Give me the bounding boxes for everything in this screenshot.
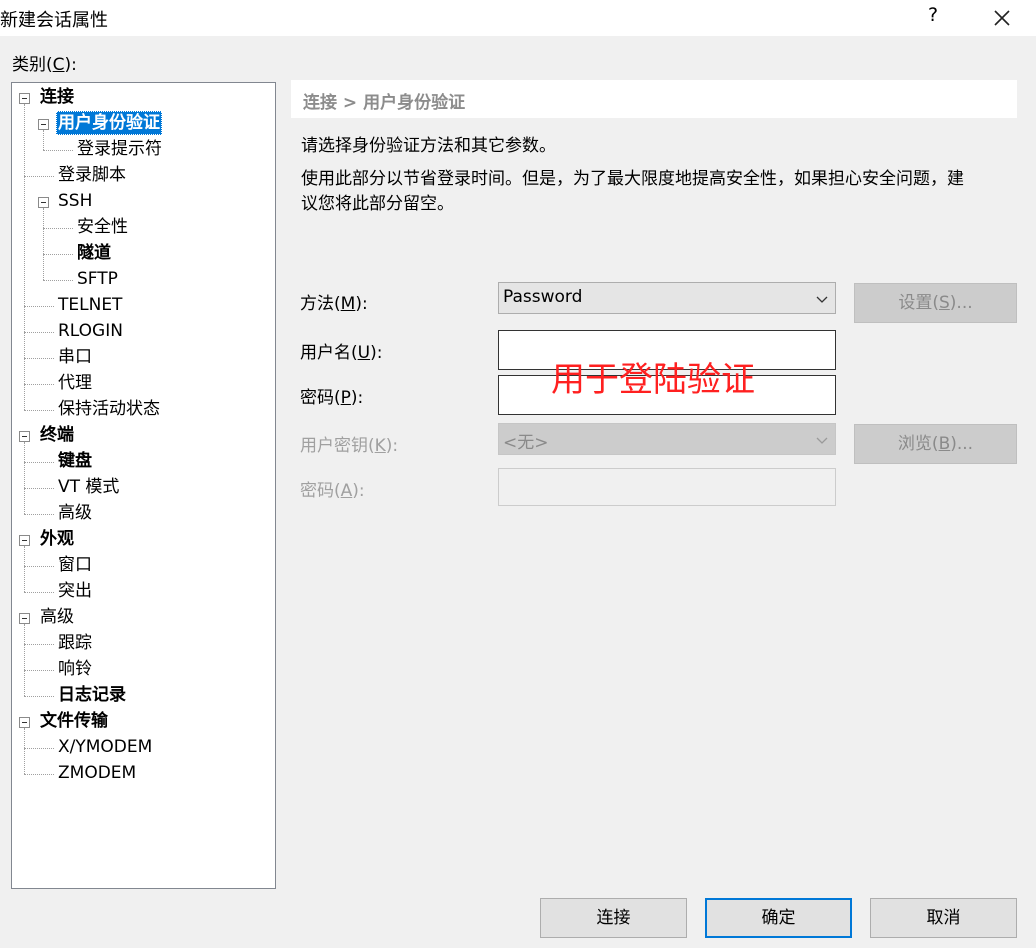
- tree-guide-line: [24, 332, 54, 333]
- collapse-icon[interactable]: [19, 93, 30, 104]
- tree-guide-line: [24, 384, 54, 385]
- tree-guide-line: [24, 696, 54, 697]
- title-bar: 新建会话属性 ?: [0, 0, 1036, 36]
- tree-guide-line: [43, 208, 44, 280]
- tree-item[interactable]: SSH: [56, 189, 94, 213]
- user-key-label: 用户密钥(K):: [300, 436, 399, 456]
- tree-guide-line: [24, 306, 54, 307]
- tree-guide-line: [24, 462, 54, 463]
- passphrase-label: 密码(A):: [300, 481, 365, 501]
- tree-guide-line: [43, 228, 73, 229]
- tree-guide-line: [43, 280, 73, 281]
- collapse-icon[interactable]: [38, 197, 49, 208]
- window-title: 新建会话属性: [0, 10, 108, 31]
- method-select[interactable]: Password: [498, 282, 836, 314]
- category-label: 类别(C):: [12, 55, 77, 75]
- tree-item[interactable]: RLOGIN: [56, 319, 125, 343]
- tree-guide-line: [24, 358, 54, 359]
- annotation-text: 用于登陆验证: [551, 360, 755, 400]
- tree-guide-line: [24, 624, 25, 696]
- tree-item[interactable]: 串口: [56, 345, 94, 369]
- tree-item[interactable]: 跟踪: [56, 631, 94, 655]
- tree-guide-line: [24, 728, 25, 774]
- tree-item[interactable]: ZMODEM: [56, 761, 138, 785]
- chevron-down-icon: [815, 432, 829, 444]
- tree-guide-line: [24, 514, 54, 515]
- tree-item[interactable]: 保持活动状态: [56, 397, 162, 421]
- browse-button: 浏览(B)...: [854, 424, 1017, 464]
- cancel-button[interactable]: 取消: [870, 898, 1017, 938]
- user-key-value: <无>: [503, 433, 549, 453]
- tree-item[interactable]: 登录脚本: [56, 163, 128, 187]
- tree-item[interactable]: 安全性: [75, 215, 130, 239]
- passphrase-field: [498, 468, 836, 506]
- tree-item[interactable]: X/YMODEM: [56, 735, 154, 759]
- tree-item[interactable]: TELNET: [56, 293, 124, 317]
- tree-item[interactable]: 文件传输: [38, 709, 110, 733]
- tree-guide-line: [24, 670, 54, 671]
- tree-guide-line: [24, 592, 54, 593]
- tree-item[interactable]: 隧道: [75, 241, 113, 265]
- tree-guide-line: [24, 774, 54, 775]
- settings-button[interactable]: 设置(S)...: [854, 283, 1017, 323]
- tree-guide-line: [24, 566, 54, 567]
- connect-button[interactable]: 连接: [540, 898, 687, 938]
- chevron-down-icon: [815, 291, 829, 303]
- tree-guide-line: [24, 488, 54, 489]
- breadcrumb: 连接 > 用户身份验证: [291, 80, 1017, 118]
- tree-item[interactable]: 连接: [38, 85, 76, 109]
- tree-item[interactable]: VT 模式: [56, 475, 121, 499]
- tree-item[interactable]: 用户身份验证: [56, 111, 162, 135]
- tree-guide-line: [24, 104, 25, 410]
- tree-guide-line: [24, 442, 25, 514]
- tree-item[interactable]: 突出: [56, 579, 94, 603]
- close-icon[interactable]: [990, 6, 1014, 30]
- tree-guide-line: [24, 410, 54, 411]
- tree-item[interactable]: SFTP: [75, 267, 120, 291]
- collapse-icon[interactable]: [38, 119, 49, 130]
- collapse-icon[interactable]: [19, 431, 30, 442]
- help-button[interactable]: ?: [922, 4, 944, 30]
- tree-item[interactable]: 日志记录: [56, 683, 128, 707]
- method-label: 方法(M):: [300, 294, 368, 314]
- tree-guide-line: [43, 130, 44, 150]
- tree-item[interactable]: 登录提示符: [75, 137, 164, 161]
- tree-guide-line: [43, 150, 73, 151]
- collapse-icon[interactable]: [19, 717, 30, 728]
- panel-description: 请选择身份验证方法和其它参数。: [301, 136, 556, 156]
- tree-item[interactable]: 终端: [38, 423, 76, 447]
- tree-item[interactable]: 代理: [56, 371, 94, 395]
- tree-item[interactable]: 键盘: [56, 449, 94, 473]
- panel-description-2: 使用此部分以节省登录时间。但是，为了最大限度地提高安全性，如果担心安全问题，建: [301, 169, 964, 189]
- tree-item[interactable]: 外观: [38, 527, 76, 551]
- method-value: Password: [503, 287, 583, 307]
- collapse-icon[interactable]: [19, 613, 30, 624]
- tree-item[interactable]: 高级: [56, 501, 94, 525]
- tree-item[interactable]: 响铃: [56, 657, 94, 681]
- tree-guide-line: [24, 176, 54, 177]
- tree-item[interactable]: 窗口: [56, 553, 94, 577]
- ok-button[interactable]: 确定: [705, 898, 852, 938]
- collapse-icon[interactable]: [19, 535, 30, 546]
- category-tree[interactable]: 连接 用户身份验证 登录提示符 登录脚本 SSH 安全性 隧道 SFTP TELNET RLOGI…: [11, 82, 276, 889]
- tree-guide-line: [24, 546, 25, 592]
- panel-description-3: 议您将此部分留空。: [301, 194, 454, 214]
- tree-item[interactable]: 高级: [38, 605, 76, 629]
- tree-guide-line: [24, 644, 54, 645]
- user-key-select: <无>: [498, 423, 836, 455]
- tree-guide-line: [43, 254, 73, 255]
- tree-guide-line: [24, 748, 54, 749]
- password-label: 密码(P):: [300, 388, 364, 408]
- username-label: 用户名(U):: [300, 343, 383, 363]
